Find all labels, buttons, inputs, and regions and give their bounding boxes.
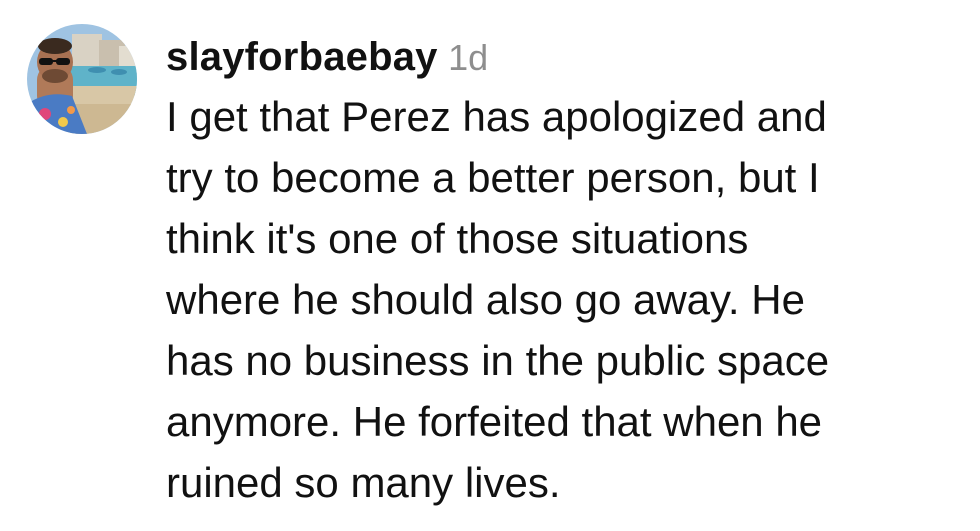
- comment-text-line: has no business in the public space: [166, 337, 830, 384]
- comment: slayforbaebay 1d I get that Perez has ap…: [0, 0, 980, 531]
- comment-text-line: ruined so many lives.: [166, 459, 561, 506]
- comment-text-line: anymore. He forfeited that when he: [166, 398, 823, 445]
- user-avatar[interactable]: [27, 24, 137, 134]
- timestamp[interactable]: 1d: [448, 37, 488, 78]
- comment-header: slayforbaebay 1d: [166, 28, 966, 86]
- comment-text-line: where he should also go away. He: [166, 276, 805, 323]
- avatar-photo-icon: [27, 24, 137, 134]
- username-link[interactable]: slayforbaebay: [166, 35, 438, 79]
- comment-body: slayforbaebay 1d I get that Perez has ap…: [166, 28, 966, 513]
- comment-text-line: think it's one of those situations: [166, 215, 749, 262]
- comment-text-line: try to become a better person, but I: [166, 154, 820, 201]
- comment-text-line: I get that Perez has apologized and: [166, 93, 827, 140]
